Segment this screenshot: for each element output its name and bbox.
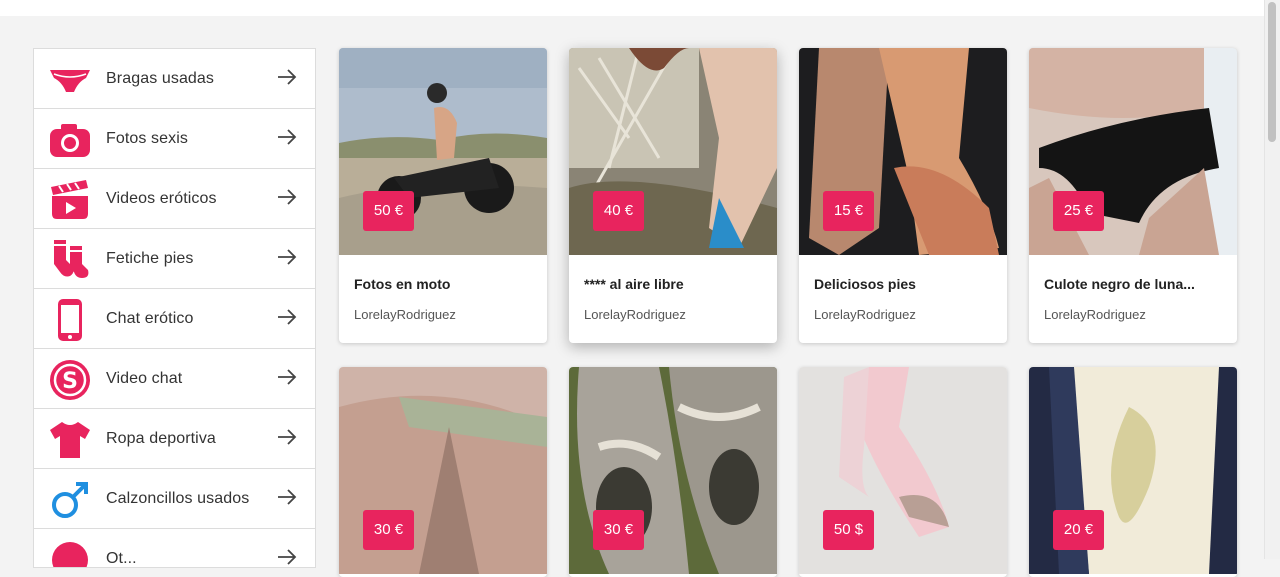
arrow-right-icon: [278, 489, 297, 505]
sidebar-item-label: Bragas usadas: [106, 70, 215, 87]
price-badge: 30 €: [363, 510, 414, 550]
product-title[interactable]: Culote negro de luna...: [1044, 276, 1195, 292]
sidebar-item-chat-erotico[interactable]: Chat erótico: [34, 289, 315, 349]
sidebar-item-bragas-usadas[interactable]: Bragas usadas: [34, 49, 315, 109]
arrow-right-icon: [278, 249, 297, 265]
sidebar-item-label: Calzoncillos usados: [106, 490, 250, 507]
sidebar-item-label: Videos eróticos: [106, 190, 217, 207]
clapperboard-icon: [51, 180, 88, 219]
sidebar-item-label: Video chat: [106, 370, 183, 387]
product-title[interactable]: Deliciosos pies: [814, 276, 916, 292]
arrow-right-icon: [278, 309, 297, 325]
scrollbar-thumb[interactable]: [1268, 2, 1276, 142]
seller-name[interactable]: LorelayRodriguez: [354, 307, 456, 322]
product-title[interactable]: **** al aire libre: [584, 276, 684, 292]
sidebar-item-label: Chat erótico: [106, 310, 194, 327]
socks-icon: [54, 240, 89, 278]
sidebar-item-label: Fetiche pies: [106, 250, 194, 267]
sidebar-item-label: Ot...: [106, 550, 137, 567]
sidebar-item-videos-eroticos[interactable]: Videos eróticos: [34, 169, 315, 229]
price-badge: 15 €: [823, 191, 874, 231]
arrow-right-icon: [278, 189, 297, 205]
seller-name[interactable]: LorelayRodriguez: [814, 307, 916, 322]
arrow-right-icon: [278, 549, 297, 565]
price-badge: 20 €: [1053, 510, 1104, 550]
arrow-right-icon: [278, 69, 297, 85]
tshirt-icon: [50, 422, 90, 458]
sidebar-item-label: Ropa deportiva: [106, 430, 216, 447]
price-badge: 50 $: [823, 510, 874, 550]
price-badge: 25 €: [1053, 191, 1104, 231]
male-symbol-icon: [52, 482, 88, 518]
sidebar-item-fotos-sexis[interactable]: Fotos sexis: [34, 109, 315, 169]
smartphone-icon: [58, 299, 82, 341]
product-card[interactable]: 15 € Deliciosos pies LorelayRodriguez: [799, 48, 1007, 343]
sidebar-item-video-chat[interactable]: S Video chat: [34, 349, 315, 409]
page-scrollbar[interactable]: [1264, 0, 1280, 559]
product-card[interactable]: 30 €: [339, 367, 547, 577]
arrow-right-icon: [278, 369, 297, 385]
seller-name[interactable]: LorelayRodriguez: [584, 307, 686, 322]
product-card[interactable]: 40 € **** al aire libre LorelayRodriguez: [569, 48, 777, 343]
top-header: [0, 0, 1265, 16]
price-badge: 40 €: [593, 191, 644, 231]
product-card[interactable]: 50 € Fotos en moto LorelayRodriguez: [339, 48, 547, 343]
arrow-right-icon: [278, 129, 297, 145]
sidebar-item-otros[interactable]: Ot...: [34, 529, 315, 567]
sidebar-item-fetiche-pies[interactable]: Fetiche pies: [34, 229, 315, 289]
product-card[interactable]: 20 €: [1029, 367, 1237, 577]
svg-text:S: S: [62, 369, 78, 394]
camera-icon: [50, 124, 90, 157]
product-card[interactable]: 25 € Culote negro de luna... LorelayRodr…: [1029, 48, 1237, 343]
product-card[interactable]: 30 €: [569, 367, 777, 577]
sidebar-item-ropa-deportiva[interactable]: Ropa deportiva: [34, 409, 315, 469]
price-badge: 30 €: [593, 510, 644, 550]
product-title[interactable]: Fotos en moto: [354, 276, 450, 292]
seller-name[interactable]: LorelayRodriguez: [1044, 307, 1146, 322]
site-logo[interactable]: [40, 0, 180, 4]
arrow-right-icon: [278, 429, 297, 445]
product-card[interactable]: 50 $: [799, 367, 1007, 577]
sidebar-item-calzoncillos-usados[interactable]: Calzoncillos usados: [34, 469, 315, 529]
skype-icon: S: [50, 360, 90, 400]
panties-icon: [50, 70, 90, 92]
price-badge: 50 €: [363, 191, 414, 231]
more-icon: [52, 542, 88, 567]
category-sidebar: Bragas usadas Fotos sexis Videos erótico…: [33, 48, 316, 568]
sidebar-item-label: Fotos sexis: [106, 130, 189, 147]
